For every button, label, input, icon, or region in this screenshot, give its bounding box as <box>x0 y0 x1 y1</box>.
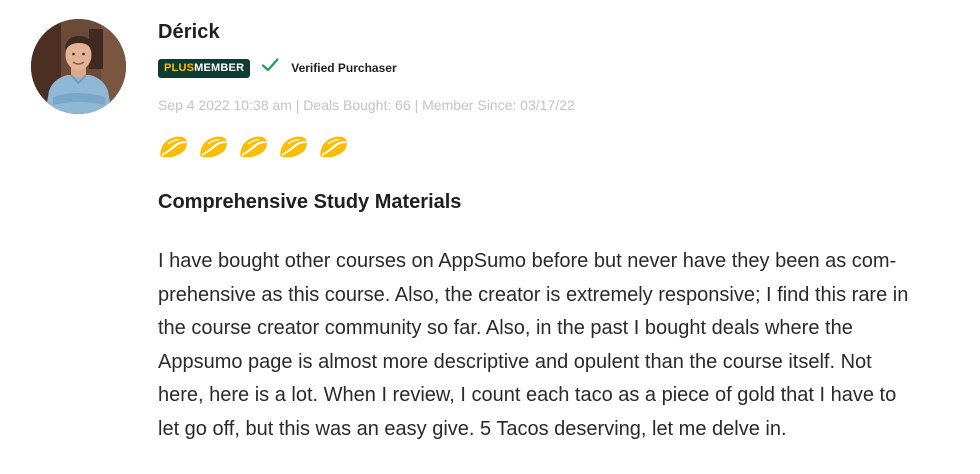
reviewer-badges: PLUS MEMBER Verified Purchaser <box>158 57 397 79</box>
plus-member-badge: PLUS MEMBER <box>158 58 251 78</box>
review-body-line: Appsumo page is almost more descriptive … <box>158 350 872 373</box>
taco-icon <box>200 136 227 158</box>
review-body: I have bought other courses on AppSumo b… <box>158 245 958 446</box>
avatar[interactable] <box>31 19 126 114</box>
badge-plus-text: PLUS <box>164 61 195 74</box>
review-title: Comprehensive Study Materials <box>158 191 462 213</box>
review-body-line: let go off, but this was an easy give. 5… <box>158 417 787 440</box>
taco-icon <box>240 136 267 158</box>
badge-member-text: MEMBER <box>194 61 245 74</box>
taco-icon <box>320 136 347 158</box>
review-body-line: I have bought other courses on AppSumo b… <box>158 250 897 272</box>
taco-rating <box>158 132 348 160</box>
review-card: Dérick PLUS MEMBER Verified Purchaser Sep… <box>0 0 980 474</box>
check-icon <box>261 56 279 74</box>
verified-purchaser-label: Verified Purchaser <box>291 61 397 75</box>
taco-icon <box>280 136 307 158</box>
review-body-line: the course creator community so far. Als… <box>158 317 853 339</box>
review-body-line: here, here is a lot. When I review, I co… <box>158 384 897 406</box>
reviewer-name[interactable]: Dérick <box>158 21 220 44</box>
review-body-line: prehensive as this course. Also, the cre… <box>158 283 909 306</box>
taco-icon <box>160 136 187 158</box>
review-meta: Sep 4 2022 10:38 am | Deals Bought: 66 |… <box>158 97 575 113</box>
person-photo-icon <box>31 19 126 114</box>
